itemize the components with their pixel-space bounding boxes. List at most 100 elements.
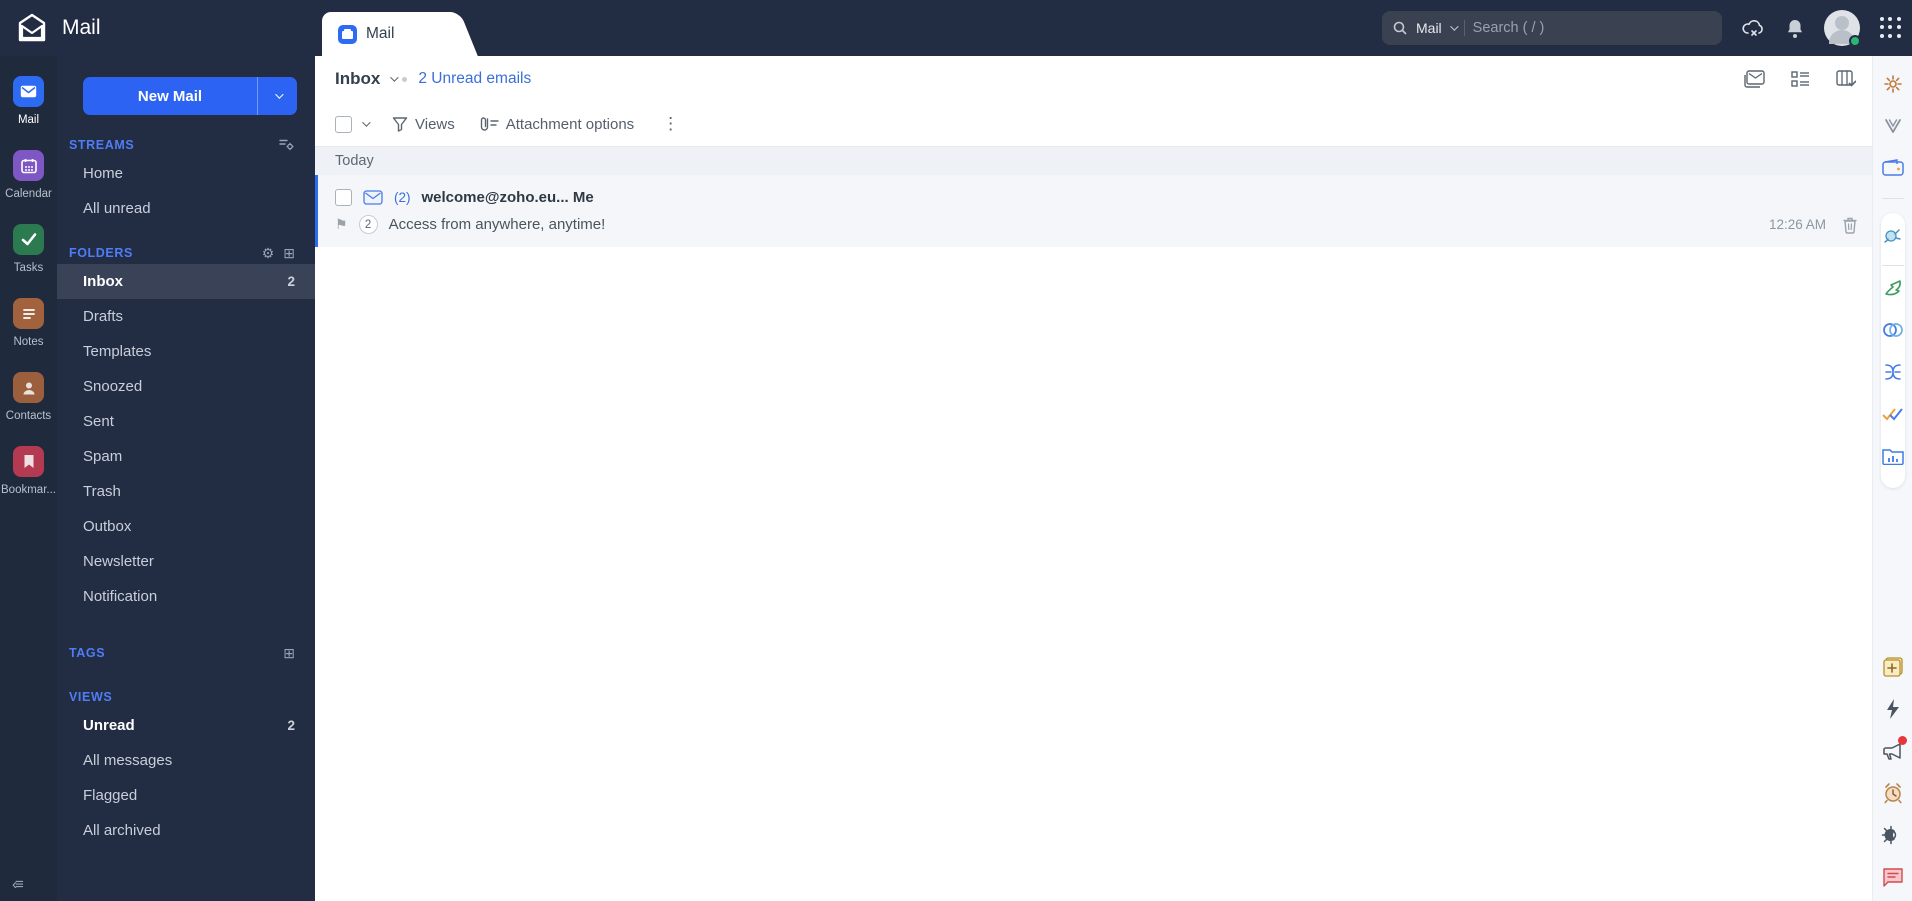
sidebar-item-outbox[interactable]: Outbox <box>57 509 315 544</box>
paperclip-icon <box>479 116 499 133</box>
alarm-icon[interactable] <box>1881 781 1905 805</box>
topbar: Mail Mail <box>0 0 1912 56</box>
add-tag-icon[interactable]: ⊞ <box>283 645 295 662</box>
streams-settings-icon[interactable] <box>279 138 295 152</box>
sidebar-item-flagged[interactable]: Flagged <box>57 778 315 813</box>
theme-toggle-icon[interactable] <box>1881 823 1905 847</box>
folder-chart-icon[interactable] <box>1881 444 1905 468</box>
funnel-icon <box>392 116 408 132</box>
app-strip: Mail Calendar Tasks Notes Contacts Bookm… <box>0 56 57 901</box>
sidebar-item-inbox[interactable]: Inbox 2 <box>57 264 315 299</box>
streams-section-title: STREAMS <box>69 138 135 152</box>
new-mail-dropdown[interactable] <box>257 77 297 115</box>
more-options-icon[interactable]: ⋮ <box>662 114 679 134</box>
list-view-icon[interactable] <box>1791 70 1810 88</box>
settings-gear-icon[interactable] <box>1881 72 1905 96</box>
calendar-app-icon <box>13 150 44 181</box>
app-tasks[interactable]: Tasks <box>0 224 57 274</box>
mail-tab-icon <box>338 24 357 44</box>
thread-count: (2) <box>394 190 411 205</box>
inbox-count: 2 <box>287 274 295 289</box>
zoho-clip-icon[interactable] <box>1881 114 1905 138</box>
app-notes[interactable]: Notes <box>0 298 57 348</box>
folders-section-title: FOLDERS <box>69 246 133 260</box>
folders-settings-gear-icon[interactable]: ⚙ <box>262 245 275 262</box>
app-logo: Mail <box>0 13 300 43</box>
sign-swoosh-icon[interactable] <box>1881 276 1905 300</box>
avatar[interactable] <box>1824 10 1861 47</box>
sidebar-item-sent[interactable]: Sent <box>57 404 315 439</box>
chevron-down-icon <box>1449 22 1459 31</box>
mail-app-icon <box>13 76 44 107</box>
apps-grid-icon[interactable] <box>1880 17 1902 39</box>
views-section-title: VIEWS <box>69 690 113 704</box>
sidebar-item-unread-view[interactable]: Unread 2 <box>57 708 315 743</box>
unread-envelope-icon <box>363 190 383 205</box>
sidebar-item-all-messages[interactable]: All messages <box>57 743 315 778</box>
app-title: Mail <box>62 16 101 39</box>
tags-section-title: TAGS <box>69 646 106 660</box>
feedback-icon[interactable] <box>1881 865 1905 889</box>
online-status-dot <box>1849 35 1861 47</box>
search-scope[interactable]: Mail <box>1416 20 1442 36</box>
sidebar-item-all-archived[interactable]: All archived <box>57 813 315 848</box>
integrations-pill <box>1880 213 1905 488</box>
double-check-icon[interactable] <box>1881 402 1905 426</box>
search-bar[interactable]: Mail <box>1382 11 1722 45</box>
app-calendar[interactable]: Calendar <box>0 150 57 200</box>
flag-icon[interactable]: ⚑ <box>335 216 348 233</box>
current-folder-name[interactable]: Inbox <box>335 69 380 89</box>
app-contacts[interactable]: Contacts <box>0 372 57 422</box>
views-filter-button[interactable]: Views <box>392 116 455 133</box>
new-mail-button[interactable]: New Mail <box>83 77 297 115</box>
email-row[interactable]: (2) welcome@zoho.eu... Me ⚑ 2 Access fro… <box>315 175 1872 247</box>
divider <box>1463 20 1465 36</box>
new-mail-label[interactable]: New Mail <box>83 77 257 115</box>
attachment-options-button[interactable]: Attachment options <box>479 116 634 133</box>
nav-sidebar: New Mail STREAMS Home All unread FOLDERS… <box>57 56 315 901</box>
tab-mail[interactable]: Mail <box>322 12 438 56</box>
contacts-app-icon <box>13 372 44 403</box>
cloud-offline-icon[interactable] <box>1742 18 1766 38</box>
add-folder-icon[interactable]: ⊞ <box>283 245 295 262</box>
zoho-mail-logo-icon <box>14 13 50 43</box>
reading-pane-icon[interactable] <box>1743 70 1765 88</box>
mail-tab-label: Mail <box>366 25 395 42</box>
lightning-icon[interactable] <box>1881 697 1905 721</box>
sidebar-item-newsletter[interactable]: Newsletter <box>57 544 315 579</box>
sidebar-item-home[interactable]: Home <box>57 156 315 191</box>
rail-divider <box>1881 198 1904 199</box>
sidebar-item-snoozed[interactable]: Snoozed <box>57 369 315 404</box>
plug-icon[interactable] <box>1881 223 1905 247</box>
email-checkbox[interactable] <box>335 189 352 206</box>
app-mail[interactable]: Mail <box>0 76 57 126</box>
email-time: 12:26 AM <box>1768 217 1826 232</box>
announce-icon[interactable] <box>1881 736 1907 763</box>
crm-rings-icon[interactable] <box>1881 318 1905 342</box>
sidebar-item-notification[interactable]: Notification <box>57 579 315 614</box>
sidebar-item-trash[interactable]: Trash <box>57 474 315 509</box>
email-sender: welcome@zoho.eu... Me <box>421 189 594 206</box>
app-bookmarks[interactable]: Bookmar... <box>0 446 57 496</box>
folder-chevron-icon[interactable] <box>390 73 400 82</box>
list-toolbar: Views Attachment options ⋮ <box>315 102 1872 146</box>
email-subject: Access from anywhere, anytime! <box>388 216 606 233</box>
sidebar-item-spam[interactable]: Spam <box>57 439 315 474</box>
search-icon <box>1392 20 1408 36</box>
tasks-app-icon <box>13 224 44 255</box>
trash-icon[interactable] <box>1842 216 1858 234</box>
message-count-badge: 2 <box>358 215 378 234</box>
wallet-icon[interactable] <box>1881 156 1905 180</box>
unread-emails-link[interactable]: 2 Unread emails <box>418 70 531 88</box>
column-view-icon[interactable] <box>1836 70 1856 88</box>
sidebar-item-all-unread[interactable]: All unread <box>57 191 315 226</box>
sidebar-item-templates[interactable]: Templates <box>57 334 315 369</box>
bell-icon[interactable] <box>1786 18 1804 39</box>
search-input[interactable] <box>1472 20 1712 36</box>
knot-icon[interactable] <box>1881 360 1905 384</box>
select-dropdown-icon[interactable] <box>362 118 371 127</box>
note-add-icon[interactable] <box>1881 655 1905 679</box>
collapse-sidebar-icon[interactable]: ‹≡ <box>12 876 24 893</box>
sidebar-item-drafts[interactable]: Drafts <box>57 299 315 334</box>
select-all-checkbox[interactable] <box>335 115 352 133</box>
